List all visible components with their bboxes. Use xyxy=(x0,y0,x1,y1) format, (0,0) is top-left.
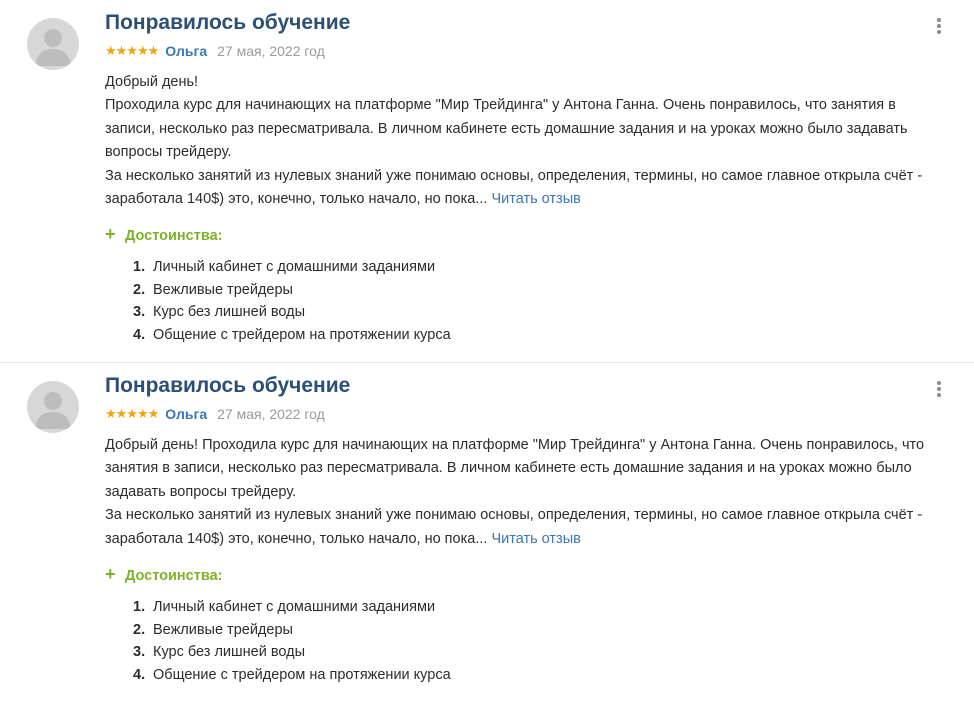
pros-item-text: Общение с трейдером на протяжении курса xyxy=(153,326,451,343)
pros-heading: + Достоинства: xyxy=(105,223,934,247)
pros-heading: + Достоинства: xyxy=(105,563,934,587)
review-date: 27 мая, 2022 год xyxy=(217,43,325,59)
review-title[interactable]: Понравилось обучение xyxy=(105,373,934,399)
rating-stars: ★★★★★ xyxy=(105,43,159,58)
pros-item-text: Общение с трейдером на протяжении курса xyxy=(153,666,451,683)
review-title[interactable]: Понравилось обучение xyxy=(105,10,934,36)
pros-item-text: Вежливые трейдеры xyxy=(153,281,293,298)
pros-item-number: 3. xyxy=(133,644,146,661)
review-paragraph: Добрый день! Проходила курс для начинающ… xyxy=(105,437,925,500)
pros-item: 1. Личный кабинет с домашними заданиями xyxy=(133,596,934,619)
pros-item: 2. Вежливые трейдеры xyxy=(133,279,934,302)
review-card: Понравилось обучение ★★★★★ Ольга 27 мая,… xyxy=(0,0,974,362)
pros-heading-label: Достоинства: xyxy=(125,568,223,585)
pros-list: 1. Личный кабинет с домашними заданиями 2… xyxy=(133,596,934,686)
pros-item-number: 1. xyxy=(133,259,146,276)
pros-item-text: Вежливые трейдеры xyxy=(153,621,293,638)
review-text: Добрый день! Проходила курс для начинающ… xyxy=(105,434,934,551)
read-review-link[interactable]: Читать отзыв xyxy=(491,191,580,207)
pros-item-text: Курс без лишней воды xyxy=(153,304,306,321)
review-date: 27 мая, 2022 год xyxy=(217,406,325,422)
pros-item-number: 2. xyxy=(133,281,146,298)
plus-icon: + xyxy=(105,564,116,585)
rating-stars: ★★★★★ xyxy=(105,406,159,421)
read-review-link[interactable]: Читать отзыв xyxy=(491,531,580,547)
review-paragraph: За несколько занятий из нулевых знаний у… xyxy=(105,504,934,551)
more-vertical-icon[interactable] xyxy=(932,16,946,38)
more-vertical-icon[interactable] xyxy=(932,379,946,401)
pros-item: 3. Курс без лишней воды xyxy=(133,641,934,664)
pros-item-number: 1. xyxy=(133,599,146,616)
pros-item-number: 2. xyxy=(133,621,146,638)
pros-item: 4. Общение с трейдером на протяжении курс… xyxy=(133,324,934,347)
pros-item-number: 4. xyxy=(133,666,146,683)
review-text: Добрый день! Проходила курс для начинающ… xyxy=(105,71,934,211)
pros-item-text: Курс без лишней воды xyxy=(153,644,306,661)
review-author[interactable]: Ольга xyxy=(165,43,207,59)
pros-item-text: Личный кабинет с домашними заданиями xyxy=(153,599,436,616)
review-meta: ★★★★★ Ольга 27 мая, 2022 год xyxy=(105,42,934,60)
user-avatar-icon xyxy=(27,18,79,70)
review-paragraph: За несколько занятий из нулевых знаний у… xyxy=(105,165,934,212)
review-paragraph: Добрый день! xyxy=(105,74,199,90)
review-paragraph: Проходила курс для начинающих на платфор… xyxy=(105,97,908,161)
pros-item: 2. Вежливые трейдеры xyxy=(133,619,934,642)
pros-item-number: 3. xyxy=(133,304,146,321)
pros-item: 4. Общение с трейдером на протяжении курс… xyxy=(133,664,934,687)
review-card: Понравилось обучение ★★★★★ Ольга 27 мая,… xyxy=(0,362,974,724)
review-author[interactable]: Ольга xyxy=(165,406,207,422)
user-avatar-icon xyxy=(27,381,79,433)
pros-list: 1. Личный кабинет с домашними заданиями 2… xyxy=(133,256,934,346)
review-meta: ★★★★★ Ольга 27 мая, 2022 год xyxy=(105,405,934,423)
pros-item-number: 4. xyxy=(133,326,146,343)
pros-item: 1. Личный кабинет с домашними заданиями xyxy=(133,256,934,279)
pros-item: 3. Курс без лишней воды xyxy=(133,301,934,324)
pros-heading-label: Достоинства: xyxy=(125,228,223,245)
pros-item-text: Личный кабинет с домашними заданиями xyxy=(153,259,436,276)
plus-icon: + xyxy=(105,224,116,245)
